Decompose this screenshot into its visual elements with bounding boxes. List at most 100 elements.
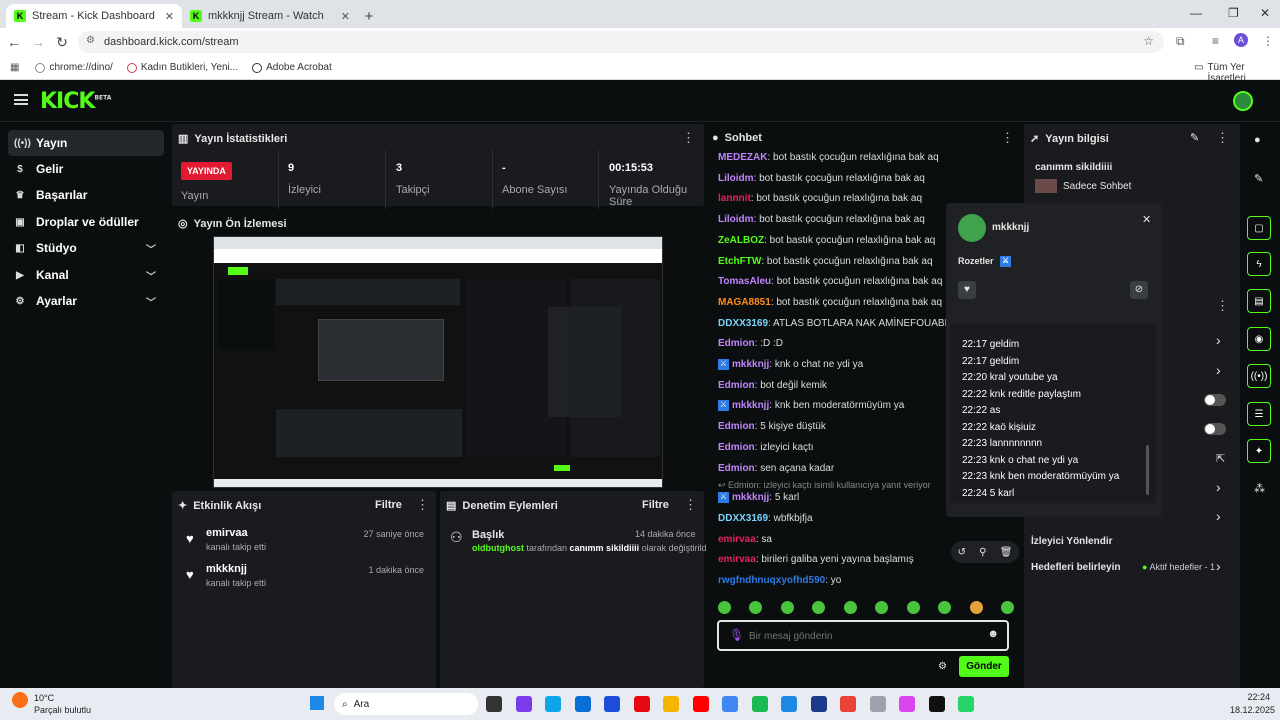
taskbar-app-icon[interactable] — [722, 696, 738, 712]
kick-logo[interactable]: KICKBETA — [40, 89, 111, 114]
taskbar-app-icon[interactable] — [751, 696, 768, 712]
emote-icon[interactable] — [969, 601, 983, 614]
tab-stream-dashboard[interactable]: K Stream - Kick Dashboard ✕ — [6, 4, 182, 28]
apps-icon[interactable]: ⁂ — [1254, 482, 1265, 495]
taskbar-app-icon[interactable] — [781, 696, 797, 712]
microphone-icon[interactable]: 🎙 — [729, 628, 744, 642]
bookmark-star-icon[interactable]: ☆ — [1143, 34, 1154, 48]
close-tab-icon[interactable]: ✕ — [165, 10, 174, 23]
chat-username[interactable]: mkkknjj — [732, 492, 769, 503]
external-link-icon[interactable]: ⇱ — [1216, 452, 1225, 465]
maximize-icon[interactable]: ❐ — [1228, 6, 1239, 20]
chevron-right-icon[interactable]: › — [1216, 508, 1221, 524]
windows-start-icon[interactable] — [310, 696, 324, 710]
close-window-icon[interactable]: ✕ — [1260, 6, 1270, 20]
chat-username[interactable]: ZeALBOZ — [718, 235, 764, 246]
taskbar-app-icon[interactable] — [810, 696, 827, 712]
chat-username[interactable]: Edmion — [718, 421, 755, 432]
chat-message[interactable]: emirvaa: sa — [718, 534, 772, 545]
rail-button-capture[interactable]: ▢ — [1247, 216, 1271, 240]
more-options-icon[interactable]: ⋮ — [1216, 298, 1229, 314]
chat-username[interactable]: MAGA8851 — [718, 297, 771, 308]
minimize-icon[interactable]: — — [1190, 6, 1202, 20]
chat-username[interactable]: emirvaa — [718, 554, 756, 565]
emote-icon[interactable] — [780, 601, 794, 614]
extensions-icon[interactable]: ⧉ — [1176, 34, 1185, 49]
emoji-icon[interactable]: ☻ — [987, 628, 999, 640]
chat-username[interactable]: TomasAleu — [718, 276, 771, 287]
taskbar-search[interactable]: ⌕ Ara — [334, 693, 478, 715]
chat-message[interactable]: Liloidm: bot bastık çocuğun relaxlığına … — [718, 173, 925, 184]
more-options-icon[interactable]: ⋮ — [682, 130, 695, 146]
close-tab-icon[interactable]: ✕ — [341, 10, 350, 23]
taskbar-app-icon[interactable] — [869, 696, 886, 712]
reload-icon[interactable]: ↻ — [50, 34, 74, 51]
chat-username[interactable]: Edmion — [718, 442, 755, 453]
taskbar-app-icon[interactable] — [840, 696, 856, 712]
menu-icon[interactable]: ⋮ — [1262, 34, 1274, 48]
taskbar-app-icon[interactable] — [574, 696, 591, 712]
hamburger-menu-icon[interactable] — [14, 94, 28, 105]
chat-message[interactable]: ⚔ mkkknjj: knk ben moderatörmüyüm ya — [718, 400, 904, 412]
chat-message[interactable]: Liloidm: bot bastık çocuğun relaxlığına … — [718, 214, 925, 225]
more-options-icon[interactable]: ⋮ — [1216, 130, 1229, 146]
emote-icon[interactable] — [906, 601, 920, 614]
taskbar-app-icon[interactable] — [663, 696, 679, 712]
more-options-icon[interactable]: ⋮ — [684, 497, 697, 513]
chat-username[interactable]: Edmion — [718, 463, 755, 474]
chat-username[interactable]: Liloidm — [718, 173, 754, 184]
chat-message[interactable]: Edmion: sen açana kadar — [718, 463, 834, 474]
emote-icon[interactable] — [718, 601, 731, 614]
taskbar-app-icon[interactable] — [928, 696, 945, 712]
chat-message[interactable]: MEDEZAK: bot bastık çocuğun relaxlığına … — [718, 152, 939, 163]
rail-button-chat[interactable]: ◉ — [1247, 327, 1271, 351]
filter-button[interactable]: Filtre — [642, 499, 669, 511]
chevron-right-icon[interactable]: › — [1216, 362, 1221, 378]
filter-button[interactable]: Filtre — [375, 499, 402, 511]
chat-username[interactable]: mkkknjj — [732, 401, 769, 412]
chat-message[interactable]: Edmion: :D :D — [718, 338, 783, 349]
chat-message[interactable]: rwgfndhnuqxyofhd590: yo — [718, 575, 841, 586]
info-icon[interactable]: ● — [1254, 134, 1261, 146]
user-avatar[interactable] — [1233, 91, 1253, 111]
close-icon[interactable]: ✕ — [1142, 213, 1151, 226]
rail-button-flash[interactable]: ϟ — [1247, 252, 1271, 276]
sidebar-item-droplar[interactable]: ▣ Droplar ve ödüller — [8, 209, 164, 235]
chat-username[interactable]: MEDEZAK — [718, 152, 767, 163]
sidebar-item-studyo[interactable]: ◧ Stüdyo ﹀ — [8, 235, 164, 261]
bookmark-item[interactable]: chrome://dino/ — [35, 62, 113, 73]
chat-message[interactable]: Edmion: 5 kişiye düştük — [718, 421, 826, 432]
rail-button-layers[interactable]: ☰ — [1247, 402, 1271, 426]
chat-message[interactable]: TomasAleu: bot bastık çocuğun relaxlığın… — [718, 276, 942, 287]
taskbar-app-icon[interactable] — [486, 696, 502, 712]
emote-icon[interactable] — [843, 601, 857, 614]
chat-username[interactable]: EtchFTW — [718, 256, 761, 267]
chat-username[interactable]: Liloidm — [718, 214, 754, 225]
chevron-right-icon[interactable]: › — [1216, 479, 1221, 495]
toggle-switch[interactable] — [1204, 394, 1226, 406]
chevron-right-icon[interactable]: › — [1216, 332, 1221, 348]
emote-icon[interactable] — [1000, 601, 1014, 614]
chat-username[interactable]: DDXX3169 — [718, 318, 768, 329]
url-field[interactable]: ⚙ dashboard.kick.com/stream ☆ — [78, 31, 1164, 53]
reading-list-icon[interactable]: ≡ — [1212, 34, 1219, 48]
sidebar-item-kanal[interactable]: ▶ Kanal ﹀ — [8, 262, 164, 288]
chat-input[interactable] — [749, 628, 975, 644]
tab-watch-live[interactable]: K mkkknjj Stream - Watch Live on ✕ — [182, 4, 358, 28]
toggle-switch[interactable] — [1204, 423, 1226, 435]
clock[interactable]: 22:24 18.12.2025 — [1230, 692, 1275, 715]
taskbar-app-icon[interactable] — [604, 696, 620, 712]
sidebar-item-ayarlar[interactable]: ⚙ Ayarlar ﹀ — [8, 288, 164, 314]
taskbar-app-icon[interactable] — [958, 696, 974, 712]
pencil-icon[interactable]: ✎ — [1254, 172, 1263, 185]
history-scrollbar[interactable] — [1146, 445, 1149, 495]
more-options-icon[interactable]: ⋮ — [416, 497, 429, 513]
mute-button[interactable]: ⊘ — [1130, 281, 1148, 299]
site-info-icon[interactable]: ⚙ — [86, 35, 95, 46]
reply-icon[interactable]: ↺ — [958, 547, 966, 558]
chat-username[interactable]: mkkknjj — [732, 359, 769, 370]
apps-grid-icon[interactable]: ▦ — [10, 62, 19, 73]
chat-message[interactable]: ⚔ mkkknjj: 5 karl — [718, 492, 799, 503]
emote-icon[interactable] — [812, 601, 826, 614]
rail-button-doc[interactable]: ▤ — [1247, 289, 1271, 313]
